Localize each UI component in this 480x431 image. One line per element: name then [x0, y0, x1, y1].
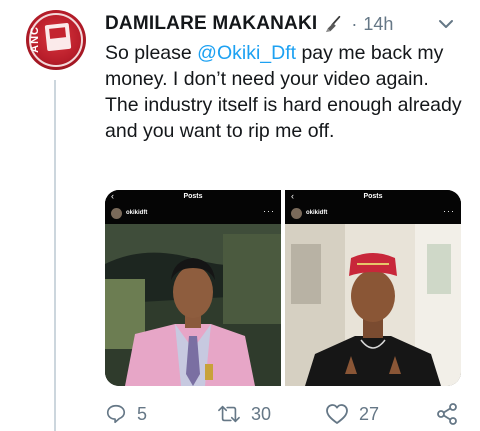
reply-button[interactable]: 5 — [105, 400, 147, 428]
avatar[interactable]: ANC — [26, 10, 86, 70]
ig-back-icon: ‹ — [111, 191, 114, 201]
photo-2[interactable]: Posts ‹ okikidft ··· — [285, 190, 461, 386]
ig-avatar — [291, 208, 302, 219]
ig-username: okikidft — [126, 210, 148, 216]
ig-avatar — [111, 208, 122, 219]
reply-icon — [106, 404, 126, 424]
retweet-count: 30 — [251, 403, 272, 424]
ig-username: okikidft — [306, 210, 328, 216]
photo-1-image — [105, 224, 281, 386]
like-button[interactable]: 27 — [325, 400, 379, 428]
retweet-icon — [218, 405, 240, 423]
share-button[interactable] — [435, 400, 459, 428]
separator-dot: · — [351, 13, 358, 34]
heart-icon — [326, 404, 348, 424]
broom-emoji-icon — [326, 15, 341, 33]
avatar-logo-text: ANC — [29, 26, 41, 53]
share-icon — [437, 403, 457, 425]
photo-2-image — [285, 224, 461, 386]
tweet-header: DAMILARE MAKANAKI · 14h — [105, 12, 393, 36]
photo-1[interactable]: Posts ‹ okikidft ··· — [105, 190, 281, 386]
timestamp[interactable]: 14h — [363, 14, 393, 35]
reply-count: 5 — [137, 403, 148, 424]
ig-more-icon: ··· — [443, 206, 455, 216]
thread-line — [54, 80, 56, 431]
tweet-actions: 5 30 27 — [105, 400, 465, 428]
like-count: 27 — [359, 403, 380, 424]
ig-more-icon: ··· — [263, 206, 275, 216]
chevron-down-icon[interactable] — [437, 15, 455, 33]
mention-link[interactable]: @Okiki_Dft — [197, 42, 296, 64]
media-grid: Posts ‹ okikidft ··· Posts ‹ okikidft ··… — [105, 190, 461, 386]
tweet-text: So please @Okiki_Dft pay me back my mone… — [105, 40, 465, 144]
retweet-button[interactable]: 30 — [217, 400, 271, 428]
tweet-text-start: So please — [105, 42, 198, 64]
ig-posts-title: Posts — [363, 193, 383, 200]
avatar-logo-box — [44, 22, 72, 52]
ig-posts-title: Posts — [183, 193, 203, 200]
display-name[interactable]: DAMILARE MAKANAKI — [105, 13, 317, 35]
ig-back-icon: ‹ — [291, 191, 294, 201]
